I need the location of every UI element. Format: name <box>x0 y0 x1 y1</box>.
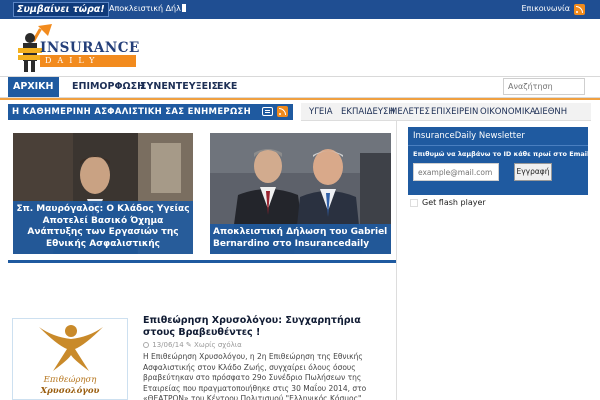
logo-title: INSURANCE <box>40 40 140 56</box>
nav-item-home[interactable]: ΑΡΧΙΚΗ <box>8 77 59 97</box>
category-economy[interactable]: ΟΙΚΟΝΟΜΙΚΑ <box>480 106 536 118</box>
top-bar: Συμβαίνει τώρα! Αποκλειστική Δήλ Επικοιν… <box>0 0 600 19</box>
category-health[interactable]: ΥΓΕΙΑ <box>309 106 333 118</box>
thumbnail-label-secondary: Χρυσολόγου <box>40 386 100 396</box>
newsletter-divider <box>408 145 588 146</box>
article-date: 13/06/14 <box>152 341 184 349</box>
featured-caption-2[interactable]: Αποκλειστική Δήλωση του Gabriel Bernardi… <box>210 224 391 254</box>
category-bar: ΥΓΕΙΑ ΕΚΠΑΙΔΕΥΣΗ ΜΕΛΕΤΕΣ ΕΠΙΧΕΙΡΕΙΝ ΟΙΚΟ… <box>301 103 591 121</box>
article-excerpt: Η Επιθεώρηση Χρυσολόγου, η 2η Επιθεώρηση… <box>143 352 371 400</box>
ticker-text[interactable]: Αποκλειστική Δήλ <box>109 4 181 13</box>
newsletter-title: InsuranceDaily Newsletter <box>413 131 525 141</box>
nav-item-csr[interactable]: ΕΚΕ <box>212 77 242 97</box>
category-studies[interactable]: ΜΕΛΕΤΕΣ <box>390 106 430 118</box>
message-icon[interactable] <box>262 107 273 116</box>
breaking-news-label: Συμβαίνει τώρα! <box>13 2 109 17</box>
broken-image-icon <box>410 199 418 207</box>
clock-icon <box>143 342 149 348</box>
search-input[interactable] <box>503 78 585 95</box>
newsletter-email-input[interactable] <box>413 163 499 181</box>
nav-divider <box>0 98 600 100</box>
featured-story-1[interactable]: Σπ. Μαυρόγαλος: Ο Κλάδος Υγείας Αποτελεί… <box>13 133 193 254</box>
article-title[interactable]: Επιθεώρηση Χρυσολόγου: Συγχαρητήρια στου… <box>143 315 383 339</box>
section-title: Η ΚΑΘΗΜΕΡΙΝΗ ΑΣΦΑΛΙΣΤΙΚΗ ΣΑΣ ΕΝΗΜΕΡΩΣΗ <box>8 104 293 120</box>
rss-glyph <box>574 4 585 15</box>
section-separator <box>8 260 397 263</box>
article-meta: 13/06/14 ✎ Χωρίς σχόλια <box>143 341 242 349</box>
news-ticker[interactable]: Αποκλειστική Δήλ <box>109 3 186 15</box>
featured-story-2[interactable]: Αποκλειστική Δήλωση του Gabriel Bernardi… <box>210 133 391 254</box>
newsletter-submit-button[interactable]: Εγγραφή <box>514 163 552 181</box>
category-international[interactable]: ΔΙΕΘΝΗ <box>534 106 567 118</box>
main-nav: ΑΡΧΙΚΗ ΕΠΙΜΟΡΦΩΣΗ ΣΥΝΕΝΤΕΥΞΕΙΣ ΕΚΕ <box>0 76 600 98</box>
rss-icon[interactable] <box>277 106 288 117</box>
article-thumbnail[interactable]: Επιθεώρηση Χρυσολόγου <box>12 318 128 400</box>
newsletter-description: Επιθυμώ να λαμβάνω το ID κάθε πρωί στο E… <box>413 150 600 158</box>
newsletter-widget: InsuranceDaily Newsletter Επιθυμώ να λαμ… <box>408 127 600 195</box>
category-education[interactable]: ΕΚΠΑΙΔΕΥΣΗ <box>341 106 395 118</box>
comments-icon: ✎ <box>185 341 192 349</box>
rss-icon[interactable] <box>574 4 585 15</box>
thumbnail-label: Επιθεώρηση <box>43 375 97 385</box>
category-business[interactable]: ΕΠΙΧΕΙΡΕΙΝ <box>431 106 478 118</box>
nav-item-interviews[interactable]: ΣΥΝΕΝΤΕΥΞΕΙΣ <box>135 77 223 97</box>
contact-link[interactable]: Επικοινωνία <box>521 3 570 15</box>
ticker-cursor <box>181 4 186 12</box>
rss-glyph <box>277 106 288 117</box>
award-figure-icon <box>39 325 103 371</box>
page: Συμβαίνει τώρα! Αποκλειστική Δήλ Επικοιν… <box>0 0 600 400</box>
article-comments[interactable]: Χωρίς σχόλια <box>194 341 242 349</box>
flash-player-link[interactable]: Get flash player <box>422 198 486 207</box>
column-divider <box>396 121 397 400</box>
featured-caption-1[interactable]: Σπ. Μαυρόγαλος: Ο Κλάδος Υγείας Αποτελεί… <box>13 201 193 254</box>
logo-subtitle: DAILY <box>40 55 136 67</box>
site-logo[interactable]: INSURANCE DAILY <box>14 24 142 74</box>
